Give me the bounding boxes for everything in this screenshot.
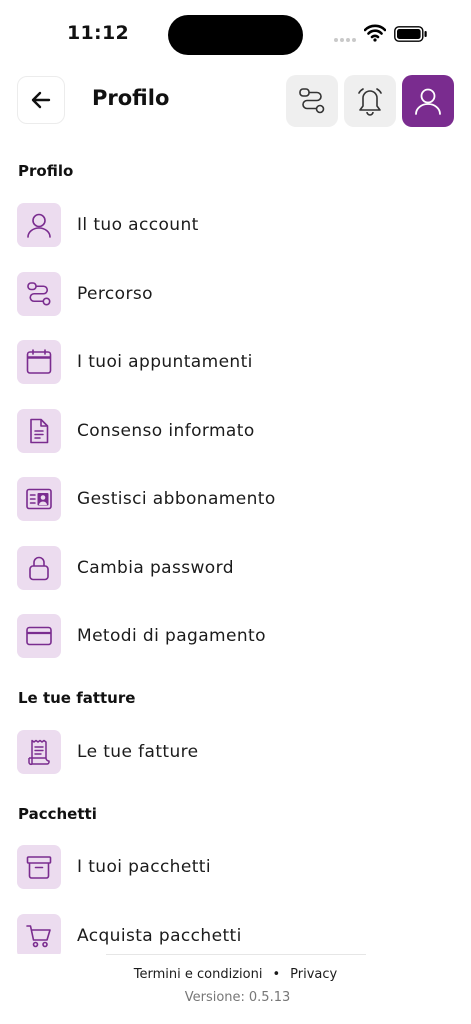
status-bar: 11:12 <box>0 0 471 70</box>
section-title-fatture: Le tue fatture <box>18 689 136 707</box>
wifi-icon <box>364 24 386 42</box>
footer: Termini e condizioni • Privacy Versione: 0.… <box>0 954 471 1024</box>
page-title: Profilo <box>92 86 170 110</box>
user-icon <box>27 213 51 238</box>
menu-item-label: Il tuo account <box>77 215 199 235</box>
notifications-button[interactable] <box>344 75 396 127</box>
menu-item-abbonamento[interactable]: Gestisci abbonamento <box>17 477 457 521</box>
menu-item-label: Acquista pacchetti <box>77 926 242 946</box>
user-icon <box>415 88 441 115</box>
menu-item-pacchetti[interactable]: I tuoi pacchetti <box>17 845 457 889</box>
footer-links: Termini e condizioni • Privacy <box>0 967 471 982</box>
menu-item-percorso[interactable]: Percorso <box>17 272 457 316</box>
lock-icon <box>29 556 49 581</box>
battery-icon <box>394 26 427 42</box>
calendar-icon <box>26 349 52 374</box>
section-title-profilo: Profilo <box>18 162 74 180</box>
cart-icon <box>26 925 51 948</box>
route-icon <box>299 88 325 114</box>
menu-item-appuntamenti[interactable]: I tuoi appuntamenti <box>17 340 457 384</box>
id-card-icon <box>26 488 52 510</box>
profile-button[interactable] <box>402 75 454 127</box>
document-icon <box>30 418 49 444</box>
menu-item-consenso[interactable]: Consenso informato <box>17 409 457 453</box>
menu-item-fatture[interactable]: Le tue fatture <box>17 730 457 774</box>
footer-divider <box>106 954 366 955</box>
status-time: 11:12 <box>67 22 129 44</box>
menu-item-label: Cambia password <box>77 558 234 578</box>
route-button[interactable] <box>286 75 338 127</box>
menu-item-label: Consenso informato <box>77 421 255 441</box>
menu-item-pagamento[interactable]: Metodi di pagamento <box>17 614 457 658</box>
credit-card-icon <box>26 626 52 646</box>
bell-icon <box>358 88 382 116</box>
menu-item-label: I tuoi pacchetti <box>77 857 211 877</box>
app-version: Versione: 0.5.13 <box>0 990 471 1005</box>
back-button[interactable] <box>17 76 65 124</box>
archive-box-icon <box>26 856 52 879</box>
version-label: Versione: <box>184 990 245 1005</box>
menu-item-label: I tuoi appuntamenti <box>77 352 253 372</box>
dynamic-island <box>168 15 303 55</box>
terms-link[interactable]: Termini e condizioni <box>134 967 263 982</box>
section-title-pacchetti: Pacchetti <box>18 805 97 823</box>
menu-item-password[interactable]: Cambia password <box>17 546 457 590</box>
menu-item-label: Le tue fatture <box>77 742 199 762</box>
signal-icon <box>334 38 356 42</box>
privacy-link[interactable]: Privacy <box>290 967 337 982</box>
menu-item-label: Metodi di pagamento <box>77 626 266 646</box>
route-icon <box>27 282 51 306</box>
version-number: 0.5.13 <box>248 990 291 1005</box>
menu-item-acquista[interactable]: Acquista pacchetti <box>17 914 457 958</box>
menu-item-account[interactable]: Il tuo account <box>17 203 457 247</box>
back-arrow-icon <box>31 91 51 109</box>
receipt-icon <box>28 739 50 766</box>
menu-item-label: Percorso <box>77 284 153 304</box>
menu-item-label: Gestisci abbonamento <box>77 489 276 509</box>
footer-separator: • <box>272 967 281 982</box>
